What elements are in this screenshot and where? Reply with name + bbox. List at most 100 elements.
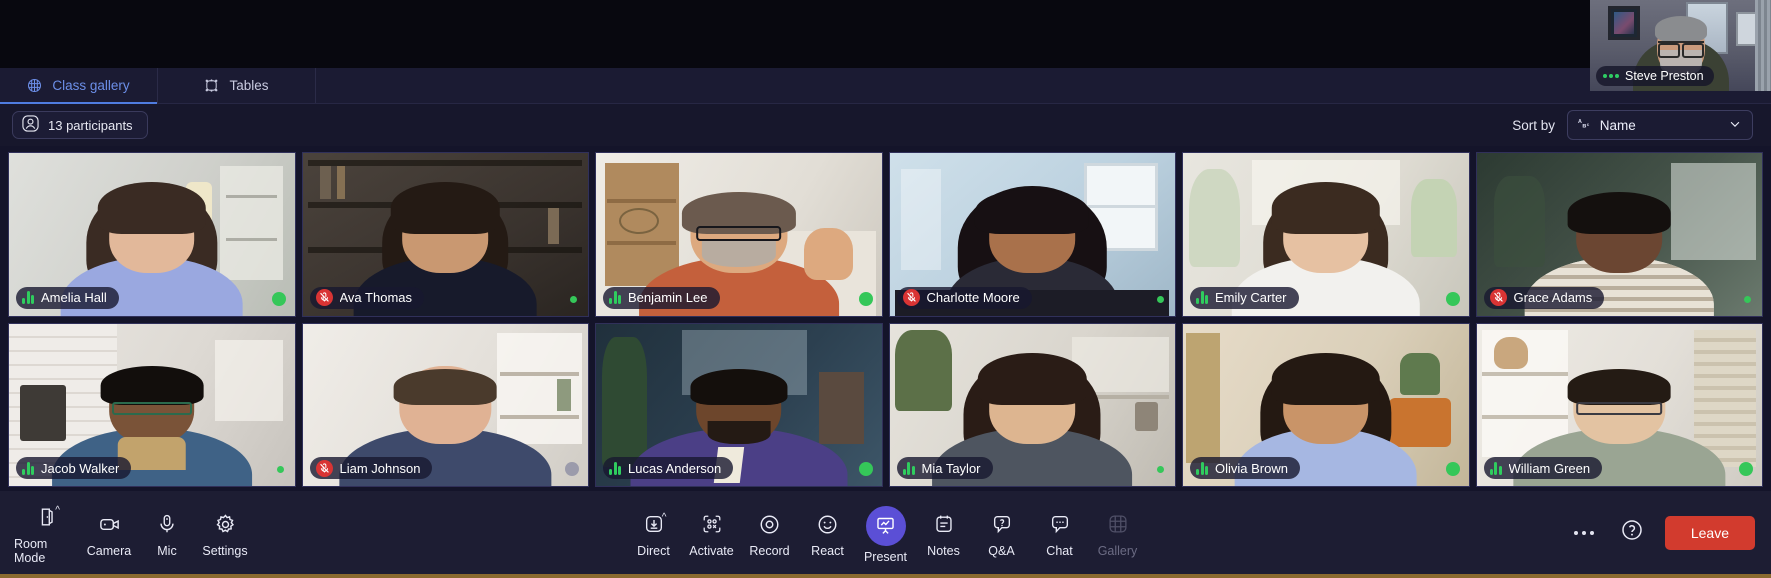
participant-label: Mia Taylor	[896, 457, 993, 479]
react-label: React	[811, 544, 844, 558]
bottom-toolbar: ^ Room Mode Camera Mic Settings ^ Direct…	[0, 491, 1771, 574]
record-button[interactable]: Record	[741, 507, 799, 558]
mic-off-icon	[315, 459, 333, 477]
status-dot	[565, 462, 579, 476]
tab-tables[interactable]: Tables	[158, 68, 316, 103]
status-dot	[858, 462, 873, 476]
participant-tile[interactable]: Emily Carter	[1182, 152, 1470, 317]
toolbar-left-group: ^ Room Mode Camera Mic Settings	[14, 491, 254, 574]
sort-by-value: Name	[1599, 117, 1636, 133]
toolbar-center-group: ^ Direct Activate Record React Present N…	[625, 491, 1147, 574]
self-view-tile[interactable]: Steve Preston	[1590, 0, 1771, 91]
participant-name: Emily Carter	[1215, 290, 1287, 305]
participant-name: Amelia Hall	[41, 290, 107, 305]
chevron-up-icon: ^	[661, 512, 667, 523]
settings-label: Settings	[202, 544, 248, 558]
mic-on-icon	[1196, 461, 1208, 475]
participant-label: William Green	[1483, 457, 1603, 479]
more-horizontal-icon	[1573, 530, 1594, 535]
chat-button[interactable]: Chat	[1031, 507, 1089, 558]
mic-off-icon	[315, 289, 333, 306]
notes-button[interactable]: Notes	[915, 507, 973, 558]
participant-tile[interactable]: Lucas Anderson	[595, 322, 883, 487]
tab-bar: Class gallery Tables	[0, 68, 1771, 104]
sort-control: Sort by ᴬʙᶜ Name	[1512, 110, 1753, 140]
settings-button[interactable]: Settings	[196, 507, 254, 558]
status-dot	[1157, 466, 1164, 473]
chevron-down-icon	[1728, 117, 1742, 134]
tab-class-gallery[interactable]: Class gallery	[0, 68, 158, 104]
room-mode-label: Room Mode	[14, 537, 48, 565]
participant-label: Lucas Anderson	[603, 457, 734, 479]
react-button[interactable]: React	[799, 507, 857, 558]
help-button[interactable]	[1617, 518, 1647, 548]
participant-tile[interactable]: Benjamin Lee	[595, 152, 883, 317]
mic-label: Mic	[157, 544, 177, 558]
status-dot	[276, 466, 284, 473]
camera-label: Camera	[86, 544, 132, 558]
participant-tile[interactable]: Amelia Hall	[8, 152, 296, 317]
sort-by-select[interactable]: ᴬʙᶜ Name	[1567, 110, 1753, 140]
participant-name: Lucas Anderson	[628, 460, 722, 476]
participant-tile[interactable]: Mia Taylor	[888, 322, 1176, 487]
participant-tile[interactable]: Charlotte Moore	[888, 152, 1176, 317]
participants-count-button[interactable]: 13 participants	[12, 111, 148, 139]
camera-icon	[98, 511, 121, 537]
participant-tile[interactable]: Ava Thomas	[301, 152, 589, 317]
leave-button[interactable]: Leave	[1664, 515, 1755, 550]
self-view-label: Steve Preston	[1596, 66, 1714, 86]
tab-tables-label: Tables	[229, 78, 269, 93]
participant-label: Emily Carter	[1190, 286, 1299, 309]
status-dot	[1445, 462, 1460, 476]
participant-tile[interactable]: William Green	[1475, 322, 1763, 487]
participant-tile[interactable]: Jacob Walker	[8, 322, 296, 487]
direct-button[interactable]: ^ Direct	[625, 507, 683, 559]
participant-name: Ava Thomas	[339, 290, 413, 305]
participant-tile[interactable]: Grace Adams	[1475, 152, 1763, 317]
sort-by-label: Sort by	[1512, 117, 1555, 133]
direct-label: Direct	[637, 544, 670, 558]
present-button[interactable]: Present	[857, 502, 915, 564]
status-dot	[858, 291, 873, 306]
participant-grid: Amelia Hall Ava Thomas Benjamin Lee Char…	[8, 152, 1763, 487]
mic-on-icon	[609, 291, 621, 304]
status-dot	[1739, 462, 1753, 476]
self-view-name: Steve Preston	[1625, 69, 1704, 83]
status-dot	[570, 295, 577, 303]
person-circle-icon	[22, 115, 39, 135]
qa-button[interactable]: Q&A	[973, 507, 1031, 558]
notes-label: Notes	[927, 544, 960, 558]
question-bubble-icon	[991, 511, 1013, 537]
video-grid-area: Amelia Hall Ava Thomas Benjamin Lee Char…	[0, 146, 1771, 491]
abc-sort-icon: ᴬʙᶜ	[1578, 118, 1590, 130]
participant-name: Jacob Walker	[41, 460, 120, 476]
download-box-icon: ^	[643, 511, 667, 537]
grid-globe-icon	[27, 78, 42, 93]
record-label: Record	[749, 544, 790, 558]
tab-class-gallery-label: Class gallery	[52, 78, 130, 93]
bottom-edge-strip	[0, 574, 1771, 578]
participant-name: Grace Adams	[1513, 290, 1593, 305]
participant-tile[interactable]: Liam Johnson	[301, 322, 589, 487]
mic-icon	[156, 511, 178, 537]
mic-button[interactable]: Mic	[138, 507, 196, 558]
participant-tile[interactable]: Olivia Brown	[1182, 322, 1470, 487]
participant-name: William Green	[1508, 460, 1591, 476]
gallery-button[interactable]: Gallery	[1089, 507, 1147, 558]
participant-label: Jacob Walker	[16, 457, 132, 479]
notes-icon	[933, 511, 955, 537]
room-mode-button[interactable]: ^ Room Mode	[14, 500, 80, 566]
camera-button[interactable]: Camera	[80, 507, 138, 558]
activate-label: Activate	[689, 544, 734, 558]
table-seats-icon	[204, 78, 219, 93]
status-dot	[1445, 291, 1460, 306]
activate-button[interactable]: Activate	[683, 507, 741, 558]
gear-icon	[214, 511, 237, 537]
more-options-button[interactable]	[1569, 518, 1599, 548]
mic-off-icon	[902, 289, 920, 306]
mic-on-icon	[1489, 461, 1502, 475]
participants-count-label: 13 participants	[48, 117, 133, 133]
toolbar-right-group: Leave	[1569, 491, 1755, 574]
participant-label: Olivia Brown	[1190, 457, 1300, 479]
mic-off-icon	[1489, 289, 1507, 306]
